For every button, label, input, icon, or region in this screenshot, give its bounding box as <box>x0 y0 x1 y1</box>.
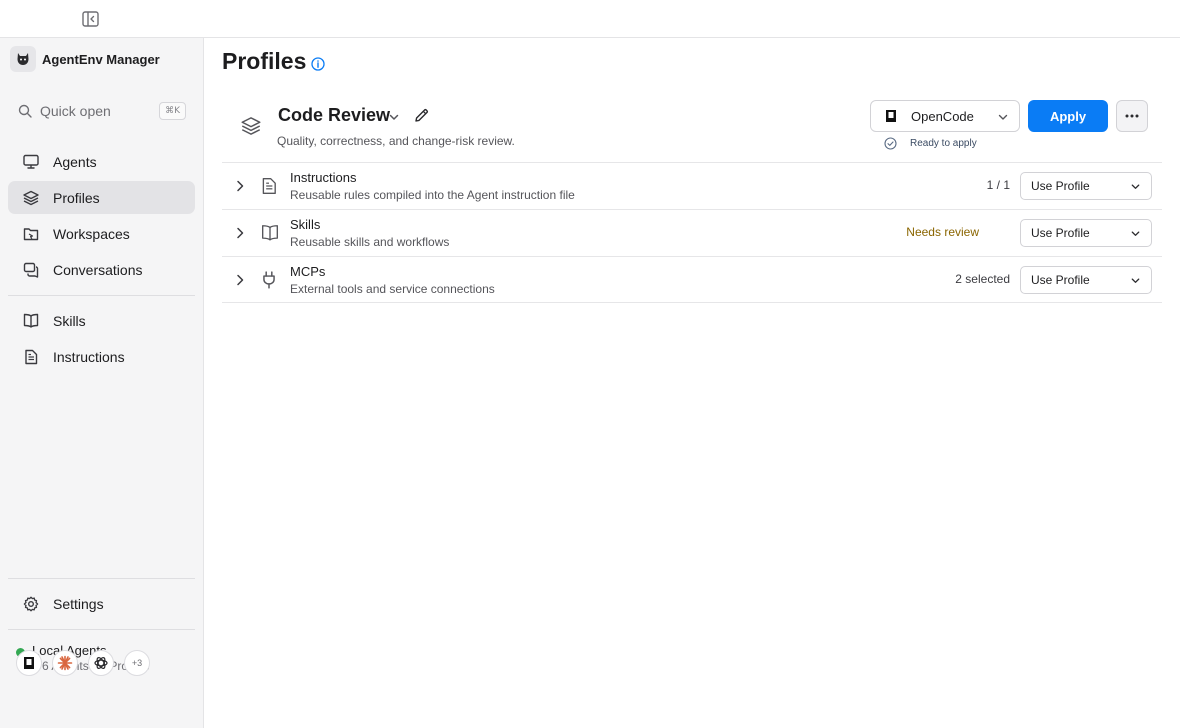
chevron-down-icon <box>997 111 1009 123</box>
agent-status-text: Ready to apply <box>910 138 977 149</box>
section-description: Reusable rules compiled into the Agent i… <box>290 188 575 202</box>
agent-status: Ready to apply <box>884 137 977 150</box>
more-agents-badge[interactable]: +3 <box>124 650 150 676</box>
agent-select[interactable]: OpenCode <box>870 100 1020 132</box>
section-row-mcps: MCPs External tools and service connecti… <box>222 256 1162 303</box>
sidebar-item-settings[interactable]: Settings <box>8 587 195 620</box>
sidebar-item-instructions[interactable]: Instructions <box>8 340 195 373</box>
sidebar: AgentEnv Manager Quick open ⌘K Agents Pr… <box>0 38 204 728</box>
chat-icon <box>22 261 39 278</box>
chevron-right-icon[interactable] <box>234 273 246 287</box>
sidebar-item-label: Instructions <box>53 348 125 365</box>
sidebar-item-agents[interactable]: Agents <box>8 145 195 178</box>
quick-open-label: Quick open <box>40 103 111 119</box>
document-icon <box>261 177 279 195</box>
gear-icon <box>22 595 39 612</box>
monitor-icon <box>22 153 39 170</box>
section-description: External tools and service connections <box>290 282 495 296</box>
sidebar-divider <box>8 578 195 579</box>
agent-icon-list: +3 <box>16 650 160 676</box>
claude-agent-icon[interactable] <box>52 650 78 676</box>
section-description: Reusable skills and workflows <box>290 235 450 249</box>
app-brand: AgentEnv Manager <box>10 46 160 72</box>
section-status: Needs review <box>906 225 979 239</box>
sidebar-item-label: Profiles <box>53 189 100 206</box>
app-name: AgentEnv Manager <box>42 51 160 67</box>
pencil-icon[interactable] <box>414 108 429 123</box>
sidebar-item-label: Conversations <box>53 261 143 278</box>
more-options-button[interactable] <box>1116 100 1148 132</box>
opencode-agent-icon <box>885 109 897 123</box>
sidebar-item-label: Settings <box>53 595 104 612</box>
check-circle-icon <box>884 137 897 150</box>
section-title: Skills <box>290 217 321 232</box>
chevron-down-icon[interactable] <box>388 111 400 123</box>
app-logo-icon <box>10 46 36 72</box>
profile-description: Quality, correctness, and change-risk re… <box>277 134 515 148</box>
section-status: 2 selected <box>955 272 1010 286</box>
source-select[interactable]: Use Profile <box>1020 172 1152 200</box>
sidebar-item-skills[interactable]: Skills <box>8 304 195 337</box>
opencode-agent-icon[interactable] <box>16 650 42 676</box>
book-icon <box>261 224 279 242</box>
title-bar <box>0 0 1180 38</box>
section-title: MCPs <box>290 264 326 279</box>
section-row-instructions: Instructions Reusable rules compiled int… <box>222 162 1162 209</box>
chevron-right-icon[interactable] <box>234 226 246 240</box>
ellipsis-icon <box>1125 114 1139 118</box>
layers-icon <box>22 189 39 206</box>
section-title: Instructions <box>290 170 357 185</box>
main-content: Profiles Code Review Quality, correctnes… <box>204 38 1180 728</box>
shortcut-badge: ⌘K <box>159 102 186 120</box>
quick-open-button[interactable]: Quick open ⌘K <box>8 98 195 124</box>
sidebar-item-profiles[interactable]: Profiles <box>8 181 195 214</box>
source-select-value: Use Profile <box>1031 179 1090 193</box>
book-icon <box>22 312 39 329</box>
plug-icon <box>261 271 279 289</box>
workspace-icon <box>22 225 39 242</box>
source-select-value: Use Profile <box>1031 226 1090 240</box>
sidebar-item-conversations[interactable]: Conversations <box>8 253 195 286</box>
agent-select-value: OpenCode <box>911 108 974 124</box>
sidebar-divider <box>8 295 195 296</box>
source-select[interactable]: Use Profile <box>1020 219 1152 247</box>
source-select[interactable]: Use Profile <box>1020 266 1152 294</box>
chevron-right-icon[interactable] <box>234 179 246 193</box>
chevron-down-icon <box>1130 275 1141 286</box>
info-icon[interactable] <box>311 57 325 71</box>
search-icon <box>18 104 32 118</box>
section-status: 1 / 1 <box>986 178 1010 192</box>
sidebar-divider <box>8 629 195 630</box>
source-select-value: Use Profile <box>1031 273 1090 287</box>
chevron-down-icon <box>1130 181 1141 192</box>
section-row-skills: Skills Reusable skills and workflows Nee… <box>222 209 1162 256</box>
page-title: Profiles <box>222 48 307 74</box>
sidebar-item-label: Agents <box>53 153 97 170</box>
sidebar-item-label: Workspaces <box>53 225 130 242</box>
openai-agent-icon[interactable] <box>88 650 114 676</box>
document-icon <box>22 348 39 365</box>
sidebar-toggle-icon[interactable] <box>82 11 99 27</box>
profile-name-select[interactable]: Code Review <box>278 105 390 126</box>
layers-icon <box>241 116 261 136</box>
sidebar-item-workspaces[interactable]: Workspaces <box>8 217 195 250</box>
chevron-down-icon <box>1130 228 1141 239</box>
sidebar-item-label: Skills <box>53 312 86 329</box>
apply-button[interactable]: Apply <box>1028 100 1108 132</box>
